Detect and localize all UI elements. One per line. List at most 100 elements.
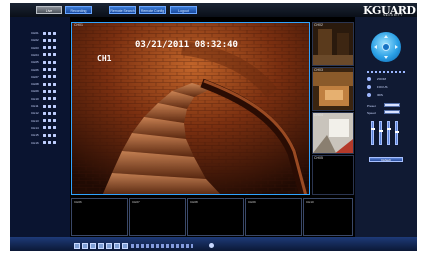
audio-icon[interactable]: [53, 97, 56, 101]
record-icon[interactable]: [48, 141, 51, 144]
audio-icon[interactable]: [53, 31, 56, 35]
record-icon[interactable]: [48, 68, 51, 71]
record-icon[interactable]: [48, 119, 51, 123]
layout-4-icon[interactable]: [82, 243, 88, 249]
fullscreen-icon[interactable]: [209, 243, 214, 248]
channel-list-item[interactable]: CH11: [31, 104, 69, 108]
bottom-view-ch09[interactable]: CH09: [245, 198, 302, 236]
channel-list-item[interactable]: CH10: [31, 97, 69, 101]
main-video-view[interactable]: CH01 03/21/2011 08:32:40 CH1: [71, 22, 310, 195]
channel-list-item[interactable]: CH03: [31, 46, 69, 50]
layout-9-icon[interactable]: [90, 243, 96, 249]
ptz-direction-pad[interactable]: [371, 32, 401, 62]
channel-list-item[interactable]: CH07: [31, 75, 69, 79]
record-icon[interactable]: [48, 75, 51, 79]
audio-icon[interactable]: [53, 111, 56, 115]
bottom-view-ch07[interactable]: CH07: [129, 198, 186, 236]
channel-list-item[interactable]: CH02: [31, 38, 69, 42]
side-view-ch05[interactable]: CH05: [312, 155, 354, 195]
audio-icon[interactable]: [53, 126, 56, 130]
channel-list-item[interactable]: CH05: [31, 60, 69, 64]
record-icon[interactable]: [48, 97, 51, 101]
audio-icon[interactable]: [53, 60, 56, 64]
camera-icon[interactable]: [43, 68, 46, 71]
camera-icon[interactable]: [43, 133, 46, 137]
bottom-view-ch10[interactable]: CH10: [303, 198, 353, 236]
channel-list-item[interactable]: CH01: [31, 31, 69, 35]
focus-icon[interactable]: [367, 85, 371, 89]
tab-logout[interactable]: Logout: [170, 6, 197, 14]
color-slider-4[interactable]: [395, 121, 399, 145]
arrow-right-icon[interactable]: [395, 45, 398, 49]
record-icon[interactable]: [48, 31, 51, 35]
channel-list-item[interactable]: CH08: [31, 82, 69, 86]
camera-icon[interactable]: [43, 119, 46, 123]
audio-icon[interactable]: [53, 119, 56, 123]
record-icon[interactable]: [48, 38, 51, 42]
camera-icon[interactable]: [43, 38, 46, 42]
channel-list-item[interactable]: CH04: [31, 53, 69, 57]
bottom-view-ch08[interactable]: CH08: [187, 198, 244, 236]
preset-select[interactable]: [384, 103, 400, 107]
channel-list-item[interactable]: CH13: [31, 119, 69, 123]
channel-list-item[interactable]: CH12: [31, 111, 69, 115]
channel-list-item[interactable]: CH16: [31, 141, 69, 145]
camera-icon[interactable]: [43, 53, 46, 57]
bottom-view-ch06[interactable]: CH06: [71, 198, 128, 236]
color-slider-3[interactable]: [387, 121, 391, 145]
camera-icon[interactable]: [43, 126, 46, 130]
audio-icon[interactable]: [53, 46, 56, 50]
color-slider-2[interactable]: [379, 121, 383, 145]
record-icon[interactable]: [48, 82, 51, 86]
zoom-icon[interactable]: [367, 77, 371, 81]
camera-icon[interactable]: [43, 89, 46, 93]
audio-icon[interactable]: [53, 133, 56, 137]
audio-icon[interactable]: [53, 75, 56, 79]
camera-icon[interactable]: [43, 31, 46, 35]
record-icon[interactable]: [48, 111, 51, 115]
record-icon[interactable]: [48, 89, 51, 93]
record-icon[interactable]: [114, 243, 120, 249]
layout-16-icon[interactable]: [98, 243, 104, 249]
record-icon[interactable]: [48, 126, 51, 130]
camera-icon[interactable]: [43, 141, 46, 144]
record-icon[interactable]: [48, 133, 51, 137]
color-slider-1[interactable]: [371, 121, 375, 145]
speed-select[interactable]: [384, 110, 400, 114]
channel-list-item[interactable]: CH15: [31, 133, 69, 137]
audio-icon[interactable]: [122, 243, 128, 249]
record-icon[interactable]: [48, 46, 51, 50]
record-icon[interactable]: [48, 60, 51, 64]
camera-icon[interactable]: [43, 104, 46, 108]
tab-remote-config[interactable]: Remote Config: [139, 6, 166, 14]
audio-icon[interactable]: [53, 38, 56, 42]
iris-icon[interactable]: [367, 93, 371, 97]
tab-remote-search[interactable]: Remote Search: [109, 6, 136, 14]
audio-icon[interactable]: [53, 89, 56, 93]
camera-icon[interactable]: [43, 97, 46, 101]
layout-1-icon[interactable]: [74, 243, 80, 249]
channel-list-item[interactable]: CH14: [31, 126, 69, 130]
camera-icon[interactable]: [43, 75, 46, 79]
arrow-up-icon[interactable]: [384, 35, 388, 38]
tab-recording[interactable]: Recording: [65, 6, 92, 14]
record-icon[interactable]: [48, 53, 51, 57]
audio-icon[interactable]: [53, 104, 56, 108]
audio-icon[interactable]: [53, 141, 56, 144]
record-icon[interactable]: [48, 104, 51, 108]
channel-list-item[interactable]: CH09: [31, 89, 69, 93]
audio-icon[interactable]: [53, 53, 56, 57]
tab-live[interactable]: Live: [36, 6, 62, 14]
camera-icon[interactable]: [43, 82, 46, 86]
camera-icon[interactable]: [43, 111, 46, 115]
arrow-down-icon[interactable]: [384, 56, 388, 59]
ptz-center-button[interactable]: [382, 43, 390, 51]
camera-icon[interactable]: [43, 46, 46, 50]
camera-icon[interactable]: [43, 60, 46, 64]
channel-list-item[interactable]: CH06: [31, 68, 69, 72]
audio-icon[interactable]: [53, 68, 56, 71]
audio-icon[interactable]: [53, 82, 56, 86]
default-button[interactable]: Default: [369, 157, 403, 162]
side-view-ch03[interactable]: CH03: [312, 67, 354, 111]
snapshot-icon[interactable]: [106, 243, 112, 249]
